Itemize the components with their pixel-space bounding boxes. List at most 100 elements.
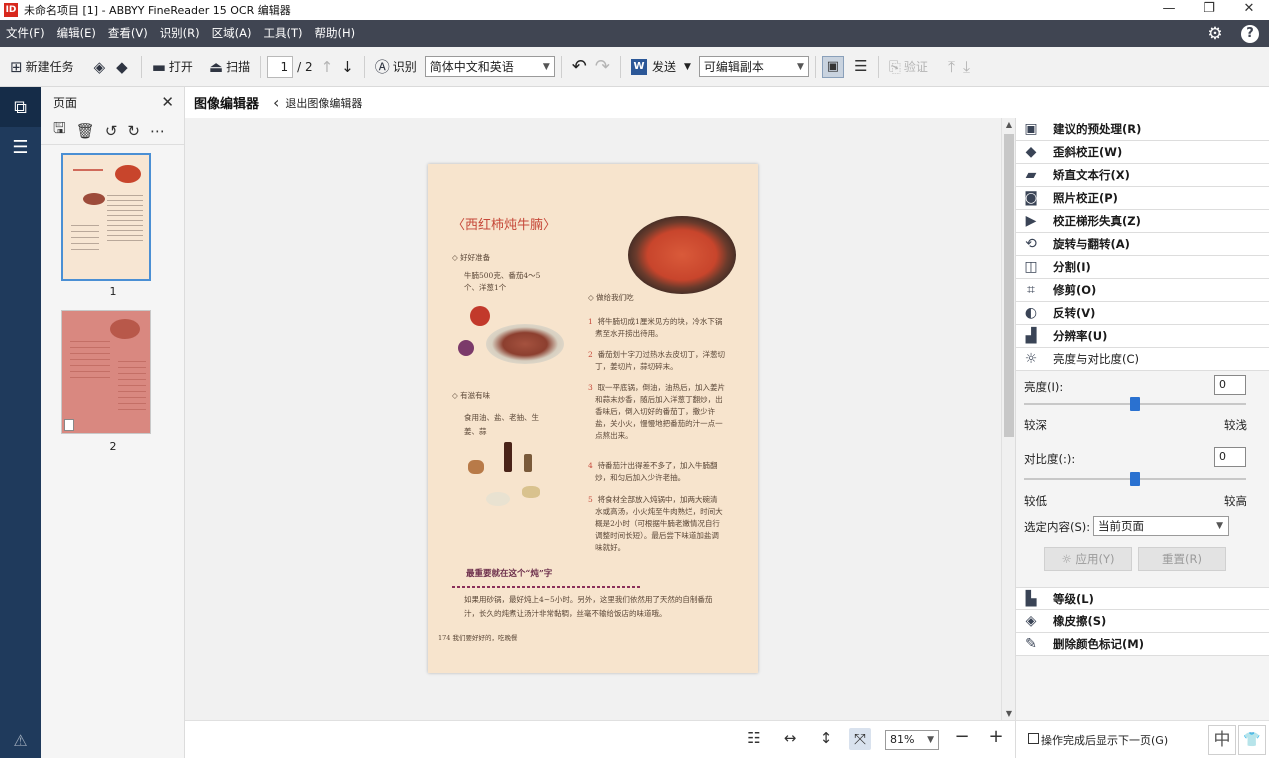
menu-tools[interactable]: 工具(T)	[258, 20, 309, 47]
help-icon[interactable]: ?	[1241, 24, 1259, 43]
gear-icon[interactable]: ⚙	[1205, 24, 1225, 44]
pages-panel-icon[interactable]: ⧉	[0, 87, 41, 127]
contrast-input[interactable]: 0	[1214, 447, 1246, 467]
send-target-select[interactable]: 可编辑副本 ▼	[698, 56, 809, 77]
rotate-left-icon[interactable]: ↺	[105, 122, 118, 140]
layers-add-button[interactable]: ◈	[90, 53, 113, 81]
outline-icon[interactable]: ☰	[0, 127, 41, 167]
toolbar-divider	[619, 55, 621, 78]
page-thumbnail-1[interactable]	[61, 153, 151, 281]
apply-button[interactable]: ☼ 应用(Y)	[1044, 547, 1132, 571]
tool-split[interactable]: ◫ 分割(I)	[1016, 256, 1269, 279]
verify-button[interactable]: ⎘ 验证	[885, 53, 932, 81]
tool-suggested-preprocessing[interactable]: ▣ 建议的预处理(R)	[1016, 118, 1269, 141]
step-number: 1	[588, 317, 593, 326]
warning-icon[interactable]: ⚠	[0, 731, 41, 750]
zoom-out-icon[interactable]: −	[951, 726, 973, 747]
next-page-checkbox[interactable]	[1028, 733, 1039, 744]
brightness-max-label: 较浅	[1224, 418, 1247, 432]
ime-language-indicator[interactable]: 中	[1208, 725, 1236, 755]
scroll-down-icon[interactable]: ▼	[1002, 709, 1016, 718]
page-label-1: 1	[109, 285, 117, 298]
tool-eraser[interactable]: ◈ 橡皮擦(S)	[1016, 610, 1269, 633]
brightness-slider-handle[interactable]	[1130, 397, 1140, 411]
text-view-toggle[interactable]: ☰	[850, 56, 872, 78]
page-thumbnail-2[interactable]	[61, 310, 151, 434]
step-text: 盐，关小火，慢慢地把番茄的汁一点一	[595, 419, 723, 428]
ime-mode-icon[interactable]: 👕	[1238, 725, 1266, 755]
thumbnail-layout-icon[interactable]: ☷	[743, 729, 765, 747]
resolution-icon: ▟	[1025, 328, 1037, 344]
open-button[interactable]: ▬ 打开	[148, 53, 197, 81]
toolbar-divider	[560, 55, 562, 78]
menu-view[interactable]: 查看(V)	[102, 20, 154, 47]
undo-button[interactable]: ↶	[568, 53, 591, 81]
prev-error-icon[interactable]: ⤒	[944, 53, 959, 81]
brightness-input[interactable]: 0	[1214, 375, 1246, 395]
image-editor-title: 图像编辑器	[194, 97, 260, 112]
fit-page-icon[interactable]: ⤧	[849, 728, 871, 750]
scrollbar-thumb[interactable]	[1004, 134, 1014, 437]
menu-help[interactable]: 帮助(H)	[309, 20, 362, 47]
tool-remove-color-marks[interactable]: ✎ 删除颜色标记(M)	[1016, 633, 1269, 656]
tool-rotate-flip[interactable]: ⟲ 旋转与翻转(A)	[1016, 233, 1269, 256]
tool-levels[interactable]: ▙ 等级(L)	[1016, 587, 1269, 610]
camera-icon: ◙	[1024, 190, 1038, 206]
deskew-icon: ◆	[1025, 144, 1037, 160]
restore-button[interactable]: ❐	[1189, 0, 1229, 20]
image-view-toggle[interactable]: ▣	[821, 55, 844, 78]
tool-trapezoid-correction[interactable]: ▶ 校正梯形失真(Z)	[1016, 210, 1269, 233]
zoom-select[interactable]: 81% ▼	[885, 730, 939, 750]
language-value: 简体中文和英语	[429, 60, 514, 74]
canvas-scrollbar[interactable]: ▲ ▼	[1001, 118, 1015, 720]
scroll-up-icon[interactable]: ▲	[1002, 120, 1016, 129]
soy-sauce-bottle-illustration	[504, 442, 512, 472]
prep-heading: ◇ 好好准备	[452, 253, 491, 262]
word-icon: W	[630, 58, 647, 75]
selection-select[interactable]: 当前页面 ▼	[1093, 516, 1229, 536]
reset-button[interactable]: 重置(R)	[1138, 547, 1226, 571]
more-icon[interactable]: ⋯	[150, 122, 165, 140]
previous-page-icon[interactable]: ↑	[317, 53, 338, 81]
layers-button[interactable]: ◆	[112, 53, 135, 81]
exit-image-editor-link[interactable]: 退出图像编辑器	[285, 95, 362, 111]
tool-label: 删除颜色标记(M)	[1053, 637, 1144, 651]
send-button[interactable]: W 发送 ▼	[627, 53, 695, 81]
prep-text: 牛腩500克、番茄4～5	[464, 271, 541, 280]
fit-width-icon[interactable]: ↔	[779, 729, 801, 747]
menu-file[interactable]: 文件(F)	[0, 20, 51, 47]
seasoning-text: 食用油、盐、老抽、生	[464, 413, 539, 422]
contrast-slider-handle[interactable]	[1130, 472, 1140, 486]
next-page-icon[interactable]: ↓	[337, 53, 358, 81]
trash-icon[interactable]: 🗑	[76, 122, 95, 140]
tool-invert[interactable]: ◐ 反转(V)	[1016, 302, 1269, 325]
language-select[interactable]: 简体中文和英语 ▼	[424, 56, 555, 77]
redo-button[interactable]: ↷	[591, 53, 614, 81]
tool-deskew[interactable]: ◆ 歪斜校正(W)	[1016, 141, 1269, 164]
image-editor-header: 图像编辑器 ‹ 退出图像编辑器	[185, 87, 1269, 118]
back-chevron-icon[interactable]: ‹	[273, 93, 279, 112]
minimize-button[interactable]: —	[1149, 0, 1189, 20]
close-window-button[interactable]: ✕	[1229, 0, 1269, 20]
thumbnail-plate-image	[83, 193, 105, 205]
menu-areas[interactable]: 区域(A)	[206, 20, 258, 47]
scan-button[interactable]: ⏏ 扫描	[205, 53, 254, 81]
tool-brightness-contrast[interactable]: ☼ 亮度与对比度(C)	[1016, 348, 1269, 371]
step-2: 2 番茄划十字刀过热水去皮切丁，洋葱切 丁，姜切片，蒜切碎末。	[588, 349, 725, 373]
save-icon[interactable]: 🖫	[53, 118, 66, 143]
tool-straighten-lines[interactable]: ▰ 矫直文本行(X)	[1016, 164, 1269, 187]
image-canvas[interactable]: 〈西红柿炖牛腩〉 ◇ 好好准备 牛腩500克、番茄4～5 个、洋葱1个 ◇ 做给…	[185, 118, 1001, 720]
zoom-in-icon[interactable]: +	[985, 726, 1007, 747]
tool-crop[interactable]: ⌗ 修剪(O)	[1016, 279, 1269, 302]
tool-photo-correction[interactable]: ◙ 照片校正(P)	[1016, 187, 1269, 210]
fit-height-icon[interactable]: ↕	[815, 729, 837, 747]
recognize-button[interactable]: Ⓐ 识别	[371, 53, 421, 81]
next-error-icon[interactable]: ⤓	[959, 53, 974, 81]
menu-recognize[interactable]: 识别(R)	[154, 20, 206, 47]
menu-edit[interactable]: 编辑(E)	[51, 20, 102, 47]
new-task-button[interactable]: ⊞ 新建任务	[6, 53, 78, 81]
rotate-right-icon[interactable]: ↻	[127, 122, 140, 140]
close-icon[interactable]: ✕	[161, 93, 174, 111]
tool-resolution[interactable]: ▟ 分辨率(U)	[1016, 325, 1269, 348]
page-number-input[interactable]: 1	[267, 55, 294, 78]
